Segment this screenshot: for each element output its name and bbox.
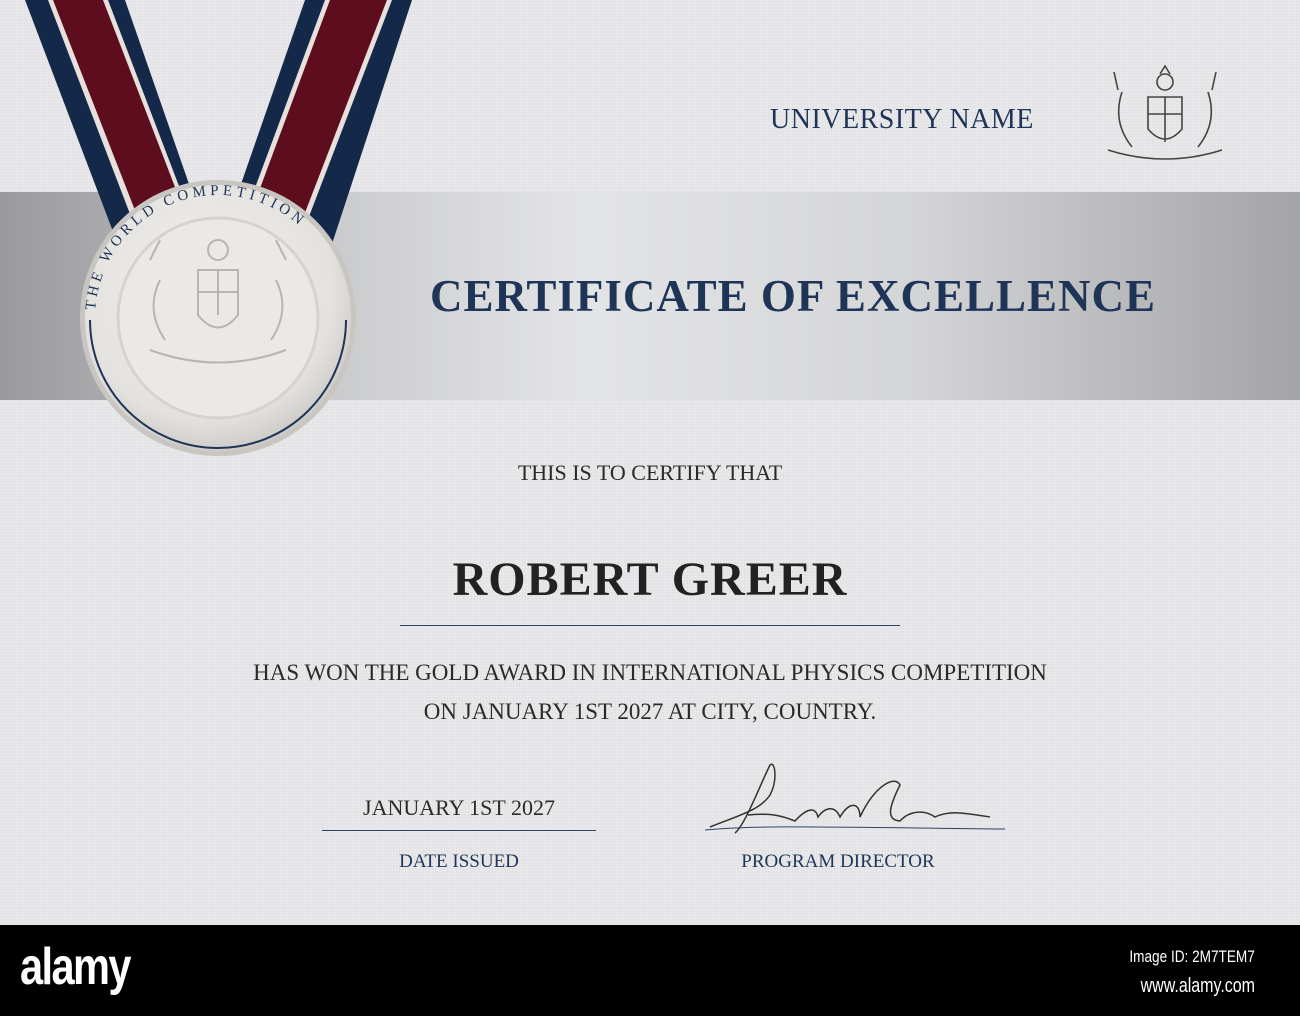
coat-of-arms-icon — [1107, 64, 1223, 160]
date-line — [322, 830, 596, 831]
date-issued-label: DATE ISSUED — [399, 851, 519, 872]
certify-text: THIS IS TO CERTIFY THAT — [517, 460, 783, 485]
certificate-title: CERTIFICATE OF EXCELLENCE — [429, 271, 1157, 321]
signature — [704, 763, 1006, 834]
date-issued-value: JANUARY 1ST 2027 — [363, 795, 555, 820]
university-name: UNIVERSITY NAME — [770, 104, 1034, 135]
watermark-footer: alamy Image ID: 2M7TEM7 www.alamy.com — [0, 925, 1300, 1016]
medal-with-ribbon: THE WORLD COMPETITION — [25, 0, 412, 456]
name-underline — [400, 625, 900, 626]
alamy-logo: alamy — [20, 938, 132, 996]
certificate: THE WORLD COMPETITION UNIVERSITY NAME CE… — [0, 0, 1300, 925]
award-description-line1: HAS WON THE GOLD AWARD IN INTERNATIONAL … — [253, 660, 1047, 685]
recipient-name: ROBERT GREER — [452, 553, 848, 606]
award-description-line2: ON JANUARY 1ST 2027 AT CITY, COUNTRY. — [423, 699, 877, 724]
program-director-label: PROGRAM DIRECTOR — [741, 851, 935, 872]
image-id: Image ID: 2M7TEM7 — [1129, 947, 1255, 966]
website-link[interactable]: www.alamy.com — [1141, 975, 1255, 998]
